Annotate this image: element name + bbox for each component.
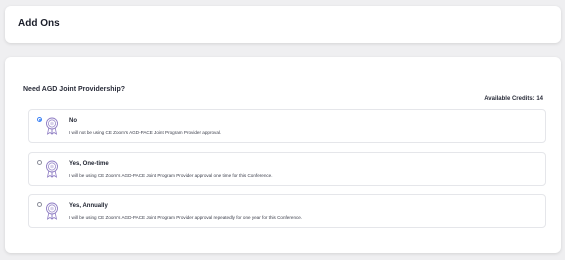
- header-card: Add Ons: [5, 6, 561, 43]
- addon-card: Need AGD Joint Providership? Available C…: [5, 57, 561, 253]
- addon-question: Need AGD Joint Providership?: [23, 86, 126, 93]
- option-yes-one-time[interactable]: Yes, One-time I will be using CE Zoom's …: [28, 152, 546, 186]
- option-title: Yes, Annually: [69, 203, 108, 209]
- radio-no[interactable]: [37, 117, 42, 122]
- page-title: Add Ons: [18, 18, 60, 29]
- radio-yes-one-time[interactable]: [37, 160, 42, 165]
- award-ribbon-icon: [46, 160, 58, 178]
- option-title: No: [69, 118, 77, 124]
- option-description: I will be using CE Zoom's AGD-PACE Joint…: [69, 173, 273, 178]
- option-description: I will be using CE Zoom's AGD-PACE Joint…: [69, 215, 303, 220]
- option-yes-annually[interactable]: Yes, Annually I will be using CE Zoom's …: [28, 194, 546, 228]
- radio-yes-annually[interactable]: [37, 202, 42, 207]
- option-title: Yes, One-time: [69, 161, 109, 167]
- available-credits: Available Credits: 14: [484, 96, 543, 102]
- option-description: I will not be using CE Zoom's AGD-PACE J…: [69, 130, 222, 135]
- option-no[interactable]: No I will not be using CE Zoom's AGD-PAC…: [28, 109, 546, 143]
- award-ribbon-icon: [46, 117, 58, 135]
- award-ribbon-icon: [46, 202, 58, 220]
